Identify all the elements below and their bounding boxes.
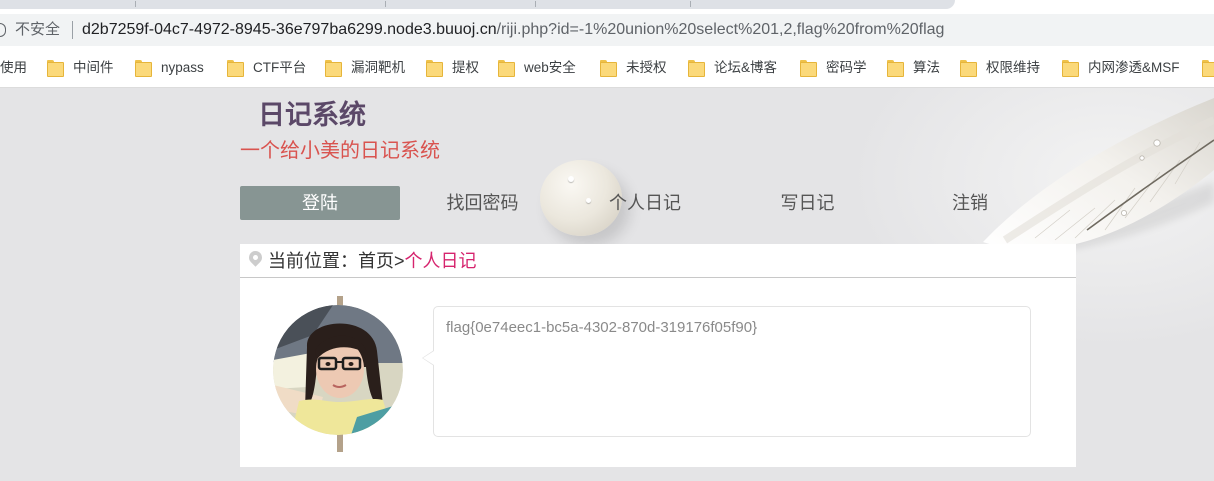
nav-write-diary[interactable]: 写日记 [728, 186, 888, 220]
feather-decoration [983, 98, 1214, 257]
address-divider [72, 21, 73, 39]
bookmark-label: 权限维持 [986, 59, 1040, 75]
avatar-photo [273, 305, 403, 435]
bookmark-label: 论坛&博客 [714, 59, 778, 75]
bookmark-cryptography[interactable]: 密码学 [800, 48, 867, 87]
main-nav: 登陆 找回密码 个人日记 写日记 注销 [240, 186, 1050, 220]
info-icon[interactable] [0, 23, 6, 37]
url-text[interactable]: d2b7259f-04c7-4972-8945-36e797ba6299.nod… [82, 20, 944, 40]
diary-entry-text: flag{0e74eec1-bc5a-4302-870d-319176f05f9… [446, 319, 758, 336]
url-host[interactable]: d2b7259f-04c7-4972-8945-36e797ba6299.nod… [82, 21, 497, 38]
breadcrumb-label: 当前位置： [268, 251, 358, 271]
nav-recover-password[interactable]: 找回密码 [403, 186, 563, 220]
tab-strip-background [0, 0, 955, 9]
tab-separator [535, 1, 536, 7]
breadcrumb-text: 当前位置：首页>个人日记 [268, 244, 477, 278]
tab-separator [690, 1, 691, 7]
bookmark-intranet-msf[interactable]: 内网渗透&MSF [1062, 48, 1180, 87]
tab-separator [135, 1, 136, 7]
site-subtitle: 一个给小美的日记系统 [240, 140, 440, 162]
bookmark-vuln-lab[interactable]: 漏洞靶机 [325, 48, 405, 87]
bookmark-label: 未授权 [626, 59, 667, 75]
security-status[interactable]: 不安全 [15, 21, 60, 39]
diary-site: 日记系统 一个给小美的日记系统 登陆 找回密码 个人日记 写日记 注销 当前位置… [0, 88, 1214, 481]
diary-entry-panel: flag{0e74eec1-bc5a-4302-870d-319176f05f9… [240, 278, 1076, 467]
tab-strip [0, 0, 1214, 11]
folder-icon [135, 60, 152, 77]
location-pin-icon [246, 248, 265, 267]
bookmark-label: 中间件 [73, 59, 114, 75]
bookmark-unauthorized[interactable]: 未授权 [600, 48, 667, 87]
bookmark-label: 密码学 [826, 59, 867, 75]
bookmark-persistence[interactable]: 权限维持 [960, 48, 1040, 87]
nav-logout[interactable]: 注销 [890, 186, 1050, 220]
bookmark-forum-blog[interactable]: 论坛&博客 [688, 48, 777, 87]
folder-icon [227, 60, 244, 77]
nav-personal-diary[interactable]: 个人日记 [565, 186, 725, 220]
bookmark-label: 提权 [452, 59, 479, 75]
bookmark-label: 使用 [0, 59, 27, 75]
folder-icon [1202, 60, 1214, 77]
breadcrumb-current: 个人日记 [404, 251, 477, 271]
folder-icon [325, 60, 342, 77]
breadcrumb: 当前位置：首页>个人日记 [240, 244, 1076, 278]
bookmark-algorithms[interactable]: 算法 [887, 48, 940, 87]
folder-icon [498, 60, 515, 77]
url-path[interactable]: /riji.php?id=-1%20union%20select%201,2,f… [497, 21, 945, 38]
folder-icon [960, 60, 977, 77]
folder-icon [1062, 60, 1079, 77]
bookmark-label: 漏洞靶机 [351, 59, 405, 75]
bookmark-label: web安全 [524, 59, 576, 75]
bookmark-label: CTF平台 [253, 59, 307, 75]
bookmark-label: 算法 [913, 59, 940, 75]
breadcrumb-home-link[interactable]: 首页 [358, 251, 394, 271]
diary-entry-bubble: flag{0e74eec1-bc5a-4302-870d-319176f05f9… [422, 306, 1031, 437]
bookmark-overflow[interactable] [1202, 48, 1214, 87]
folder-icon [800, 60, 817, 77]
bookmark-web-security[interactable]: web安全 [498, 48, 576, 87]
bookmark-privilege-escalation[interactable]: 提权 [426, 48, 479, 87]
tab-separator [385, 1, 386, 7]
folder-icon [887, 60, 904, 77]
bubble-pointer [422, 350, 434, 366]
folder-icon [688, 60, 705, 77]
bookmark-nypass[interactable]: nypass [135, 48, 204, 87]
address-bar[interactable]: 不安全 d2b7259f-04c7-4972-8945-36e797ba6299… [0, 14, 1214, 46]
bookmark-middleware[interactable]: 中间件 [47, 48, 114, 87]
bookmark-ctf-platform[interactable]: CTF平台 [227, 48, 306, 87]
avatar [273, 305, 403, 435]
folder-icon [600, 60, 617, 77]
folder-icon [426, 60, 443, 77]
site-title: 日记系统 [258, 100, 366, 130]
folder-icon [47, 60, 64, 77]
bookmark-label: 内网渗透&MSF [1088, 59, 1180, 75]
nav-login[interactable]: 登陆 [240, 186, 400, 220]
bookmark-use[interactable]: 使用 [0, 48, 27, 87]
bookmarks-bar: 使用 中间件 nypass CTF平台 漏洞靶机 提权 web安全 未授权 论坛… [0, 48, 1214, 88]
breadcrumb-separator: > [394, 251, 405, 271]
bookmark-label: nypass [161, 59, 204, 75]
browser-toolbar: 不安全 d2b7259f-04c7-4972-8945-36e797ba6299… [0, 11, 1214, 48]
